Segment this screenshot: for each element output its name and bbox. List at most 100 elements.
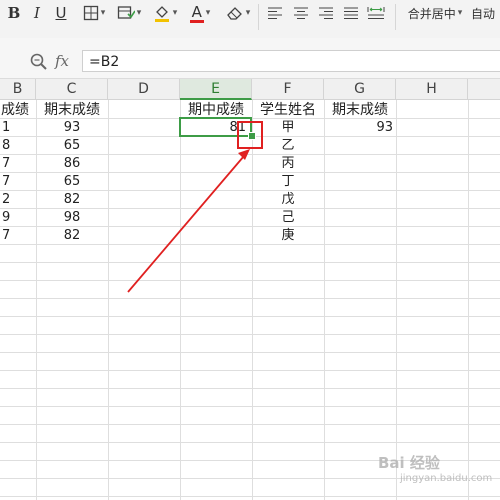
column-header-f[interactable]: F — [252, 79, 324, 100]
cell-c-header[interactable]: 期末成绩 — [36, 101, 108, 119]
watermark-text: Bai 经验 — [378, 454, 440, 472]
toolbar-divider — [395, 4, 396, 30]
cell-b-row-5[interactable]: 7 — [0, 173, 32, 191]
chevron-down-icon: ▾ — [136, 8, 142, 18]
cell-g-row-6[interactable] — [324, 191, 396, 209]
cell-e-row-3[interactable] — [180, 137, 252, 155]
cell-b-row-6[interactable]: 2 — [0, 191, 32, 209]
border-button[interactable]: ▾ — [79, 0, 109, 26]
toolbar-divider — [258, 4, 259, 30]
column-header-c[interactable]: C — [36, 79, 108, 100]
clear-button[interactable]: ▾ — [222, 0, 254, 26]
bold-button[interactable]: B — [4, 0, 24, 26]
cell-b-row-4[interactable]: 7 — [0, 155, 32, 173]
cell-g-row-5[interactable] — [324, 173, 396, 191]
cell-f-row-5[interactable]: 丁 — [252, 173, 324, 191]
chevron-down-icon: ▾ — [205, 8, 211, 18]
grid-row-line — [0, 406, 500, 407]
chevron-down-icon: ▾ — [457, 8, 463, 18]
cell-style-icon — [117, 6, 135, 19]
cell-c-row-5[interactable]: 65 — [36, 173, 108, 191]
font-color-button[interactable]: A ▾ — [185, 0, 215, 26]
grid-row-line — [0, 316, 500, 317]
cell-e-row-7[interactable] — [180, 209, 252, 227]
cell-f-row-6[interactable]: 戊 — [252, 191, 324, 209]
cell-c-row-4[interactable]: 86 — [36, 155, 108, 173]
cell-e-row-4[interactable] — [180, 155, 252, 173]
merge-center-button[interactable]: 合并居中 ▾ — [403, 0, 467, 26]
watermark-subtext: jingyan.baidu.com — [400, 473, 493, 484]
cell-b-row-3[interactable]: 8 — [0, 137, 32, 155]
grid-row-line — [0, 496, 500, 497]
cell-b-header[interactable]: 成绩 — [0, 101, 30, 119]
cell-f-row-4[interactable]: 丙 — [252, 155, 324, 173]
chevron-down-icon: ▾ — [100, 8, 106, 18]
cell-c-row-8[interactable]: 82 — [36, 227, 108, 245]
cell-f-row-8[interactable]: 庚 — [252, 227, 324, 245]
watermark: Bai 经验 jingyan.baidu.com — [378, 452, 492, 484]
cell-b-row-2[interactable]: 1 — [0, 119, 32, 137]
column-header-e[interactable]: E — [180, 79, 252, 100]
auto-wrap-button[interactable]: 自动 — [471, 0, 500, 26]
cell-c-row-7[interactable]: 98 — [36, 209, 108, 227]
cell-b-row-8[interactable]: 7 — [0, 227, 32, 245]
cell-g-row-2[interactable]: 93 — [324, 119, 396, 137]
merge-center-label: 合并居中 — [407, 6, 456, 21]
cell-e-row-6[interactable] — [180, 191, 252, 209]
distribute-button[interactable] — [365, 0, 387, 26]
grid-row-line — [0, 334, 500, 335]
align-left-button[interactable] — [264, 0, 286, 26]
cell-g-header[interactable]: 期末成绩 — [324, 101, 396, 119]
border-icon — [83, 5, 98, 21]
cell-f-row-2[interactable]: 甲 — [252, 119, 324, 137]
align-right-icon — [319, 7, 333, 19]
grid-column-line — [396, 100, 397, 500]
grid-row-line — [0, 262, 500, 263]
chevron-down-icon: ▾ — [245, 8, 251, 18]
cell-c-row-3[interactable]: 65 — [36, 137, 108, 155]
cell-f-header[interactable]: 学生姓名 — [252, 101, 324, 119]
grid-row-line — [0, 280, 500, 281]
font-color-letter: A — [191, 3, 202, 21]
align-left-icon — [268, 7, 282, 19]
fill-color-icon — [154, 6, 169, 22]
cell-g-row-7[interactable] — [324, 209, 396, 227]
column-header-g[interactable]: G — [324, 79, 396, 100]
underline-button[interactable]: U — [51, 0, 71, 26]
grid-row-line — [0, 442, 500, 443]
cell-g-row-4[interactable] — [324, 155, 396, 173]
grid-row-line — [0, 424, 500, 425]
chevron-down-icon: ▾ — [172, 8, 178, 18]
zoom-icon[interactable] — [29, 52, 49, 72]
cell-f-row-3[interactable]: 乙 — [252, 137, 324, 155]
cell-c-row-6[interactable]: 82 — [36, 191, 108, 209]
formula-input[interactable]: =B2 — [82, 50, 500, 72]
column-header-b[interactable]: B — [0, 79, 36, 100]
grid-column-line — [108, 100, 109, 500]
align-right-button[interactable] — [315, 0, 337, 26]
cell-c-row-2[interactable]: 93 — [36, 119, 108, 137]
column-header-next[interactable] — [468, 79, 500, 100]
toolbar-gap — [0, 38, 500, 46]
cell-e-header[interactable]: 期中成绩 — [180, 101, 252, 119]
justify-button[interactable] — [340, 0, 362, 26]
eraser-icon — [226, 7, 242, 20]
distribute-icon — [367, 7, 385, 19]
fill-color-button[interactable]: ▾ — [150, 0, 180, 26]
grid-column-line — [468, 100, 469, 500]
cell-f-row-7[interactable]: 己 — [252, 209, 324, 227]
cell-g-row-3[interactable] — [324, 137, 396, 155]
cell-e-row-2[interactable]: 81 — [180, 119, 252, 137]
column-header-d[interactable]: D — [108, 79, 180, 100]
align-center-button[interactable] — [290, 0, 312, 26]
fill-handle[interactable] — [248, 132, 256, 140]
cell-style-button[interactable]: ▾ — [114, 0, 144, 26]
grid-row-line — [0, 370, 500, 371]
cell-g-row-8[interactable] — [324, 227, 396, 245]
column-header-h[interactable]: H — [396, 79, 468, 100]
cell-b-row-7[interactable]: 9 — [0, 209, 32, 227]
cell-e-row-5[interactable] — [180, 173, 252, 191]
fx-icon[interactable]: fx — [55, 52, 69, 70]
italic-button[interactable]: I — [27, 0, 47, 26]
cell-e-row-8[interactable] — [180, 227, 252, 245]
